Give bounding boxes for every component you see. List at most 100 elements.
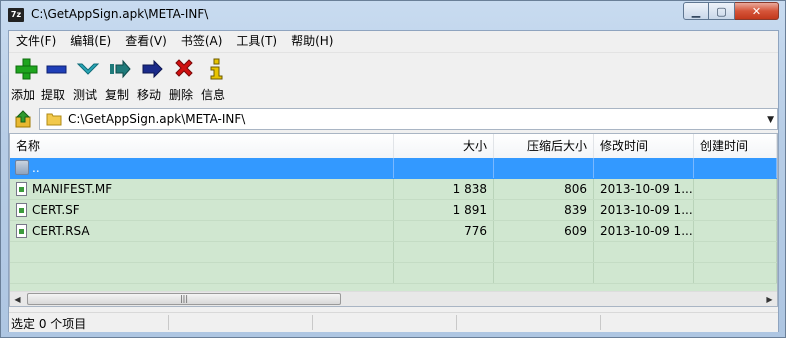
empty-cell — [694, 242, 777, 262]
empty-cell — [394, 263, 494, 283]
file-icon — [16, 182, 27, 196]
app-7z-icon: 7z — [8, 8, 24, 22]
address-path: C:\GetAppSign.apk\META-INF\ — [68, 112, 246, 126]
packed-cell — [494, 158, 594, 178]
up-folder-icon[interactable] — [13, 109, 33, 129]
file-name: .. — [32, 161, 40, 175]
app-window: 7z C:\GetAppSign.apk\META-INF\ ▁ ▢ ✕ 文件(… — [0, 0, 786, 338]
file-icon — [16, 224, 27, 238]
column-created[interactable]: 创建时间 — [694, 134, 777, 158]
copy-button[interactable]: 复制 — [105, 55, 137, 103]
menu-help[interactable]: 帮助(H) — [284, 31, 340, 51]
menu-bar: 文件(F) 编辑(E) 查看(V) 书签(A) 工具(T) 帮助(H) — [9, 31, 778, 51]
file-list: 名称 大小 压缩后大小 修改时间 创建时间 .. MANIFEST.MF 1 8… — [9, 133, 778, 307]
column-modified[interactable]: 修改时间 — [594, 134, 694, 158]
test-button[interactable]: 测试 — [73, 55, 105, 103]
file-name: CERT.SF — [32, 203, 80, 217]
size-cell: 776 — [394, 221, 494, 241]
chevron-down-icon[interactable]: ▼ — [767, 115, 774, 125]
close-button[interactable]: ✕ — [735, 2, 779, 20]
menu-edit[interactable]: 编辑(E) — [63, 31, 118, 51]
column-size[interactable]: 大小 — [394, 134, 494, 158]
empty-cell — [594, 242, 694, 262]
move-label: 移动 — [137, 88, 162, 102]
minimize-button[interactable]: ▁ — [683, 2, 709, 20]
folder-icon — [46, 113, 62, 126]
status-divider — [600, 315, 601, 330]
size-cell — [394, 158, 494, 178]
toolbar: 添加 提取 测试 复制 移动 删除 信息 — [9, 52, 778, 105]
delete-label: 删除 — [169, 88, 194, 102]
modified-cell: 2013-10-09 1... — [594, 200, 694, 220]
list-header: 名称 大小 压缩后大小 修改时间 创建时间 — [10, 134, 777, 159]
title-bar[interactable]: 7z C:\GetAppSign.apk\META-INF\ ▁ ▢ ✕ — [1, 1, 785, 29]
name-cell: CERT.SF — [10, 200, 394, 220]
menu-tools[interactable]: 工具(T) — [229, 31, 284, 51]
status-divider — [312, 315, 313, 330]
name-cell: MANIFEST.MF — [10, 179, 394, 199]
copy-arrow-icon — [110, 59, 131, 79]
list-item-parent[interactable]: .. — [10, 158, 777, 179]
window-title: C:\GetAppSign.apk\META-INF\ — [31, 7, 209, 21]
horizontal-scrollbar[interactable]: ◀ ||| ▶ — [10, 291, 777, 306]
empty-cell — [494, 263, 594, 283]
plus-icon — [15, 58, 38, 80]
column-name[interactable]: 名称 — [10, 134, 394, 158]
copy-label: 复制 — [105, 88, 130, 102]
empty-row — [10, 242, 777, 263]
empty-cell — [10, 263, 394, 283]
file-icon — [16, 203, 27, 217]
name-cell: CERT.RSA — [10, 221, 394, 241]
packed-cell: 609 — [494, 221, 594, 241]
column-packed-size[interactable]: 压缩后大小 — [494, 134, 594, 158]
status-bar: 选定 0 个项目 — [9, 312, 778, 332]
menu-file[interactable]: 文件(F) — [9, 31, 63, 51]
menu-view[interactable]: 查看(V) — [118, 31, 174, 51]
list-item[interactable]: CERT.RSA 776 609 2013-10-09 1... — [10, 221, 777, 242]
scroll-left-arrow-icon[interactable]: ◀ — [10, 292, 25, 306]
client-area: 文件(F) 编辑(E) 查看(V) 书签(A) 工具(T) 帮助(H) 添加 提… — [8, 30, 779, 332]
list-item[interactable]: MANIFEST.MF 1 838 806 2013-10-09 1... — [10, 179, 777, 200]
status-divider — [456, 315, 457, 330]
list-item[interactable]: CERT.SF 1 891 839 2013-10-09 1... — [10, 200, 777, 221]
maximize-button[interactable]: ▢ — [709, 2, 735, 20]
test-label: 测试 — [73, 88, 98, 102]
scroll-thumb[interactable]: ||| — [27, 293, 341, 305]
empty-cell — [394, 242, 494, 262]
created-cell — [694, 158, 777, 178]
window-controls: ▁ ▢ ✕ — [683, 2, 779, 21]
check-chevron-icon — [76, 63, 100, 75]
empty-cell — [10, 242, 394, 262]
status-divider — [168, 315, 169, 330]
add-label: 添加 — [11, 88, 36, 102]
extract-button[interactable]: 提取 — [41, 55, 73, 103]
packed-cell: 806 — [494, 179, 594, 199]
name-cell: .. — [10, 158, 394, 178]
minus-icon — [46, 65, 67, 74]
modified-cell: 2013-10-09 1... — [594, 179, 694, 199]
file-name: CERT.RSA — [32, 224, 90, 238]
move-button[interactable]: 移动 — [137, 55, 169, 103]
empty-cell — [694, 263, 777, 283]
empty-row — [10, 263, 777, 284]
info-icon — [210, 58, 223, 80]
empty-cell — [494, 242, 594, 262]
empty-cell — [594, 263, 694, 283]
move-arrow-icon — [142, 59, 163, 79]
info-button[interactable]: 信息 — [201, 55, 233, 103]
parent-folder-icon — [15, 160, 29, 175]
delete-button[interactable]: 删除 — [169, 55, 201, 103]
size-cell: 1 838 — [394, 179, 494, 199]
size-cell: 1 891 — [394, 200, 494, 220]
packed-cell: 839 — [494, 200, 594, 220]
modified-cell: 2013-10-09 1... — [594, 221, 694, 241]
created-cell — [694, 179, 777, 199]
menu-bookmarks[interactable]: 书签(A) — [174, 31, 230, 51]
extract-label: 提取 — [41, 88, 66, 102]
delete-x-icon — [175, 59, 193, 77]
created-cell — [694, 200, 777, 220]
scroll-right-arrow-icon[interactable]: ▶ — [762, 292, 777, 306]
address-input[interactable]: C:\GetAppSign.apk\META-INF\ ▼ — [39, 108, 778, 130]
add-button[interactable]: 添加 — [11, 55, 43, 103]
modified-cell — [594, 158, 694, 178]
